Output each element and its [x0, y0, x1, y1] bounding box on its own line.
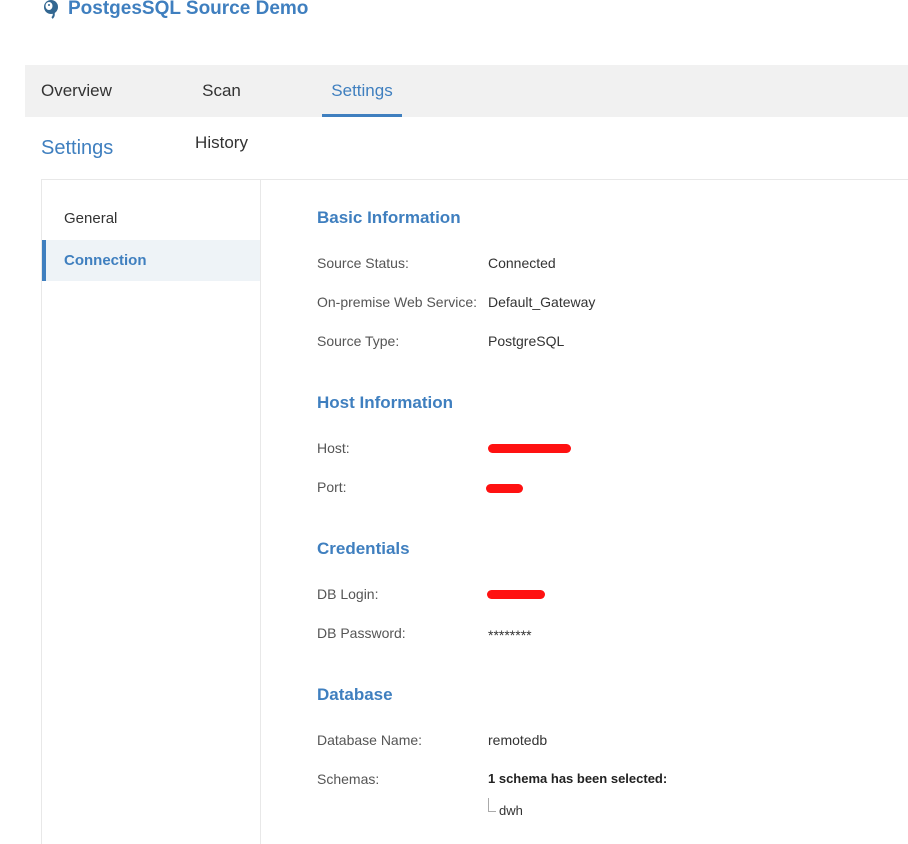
tab-settings[interactable]: Settings — [322, 65, 402, 117]
source-title: PostgesSQL Source Demo — [68, 0, 309, 19]
tree-connector — [488, 798, 496, 812]
db-login-label: DB Login: — [317, 586, 379, 602]
port-label: Port: — [317, 479, 347, 495]
source-type-label: Source Type: — [317, 333, 400, 349]
source-status-label: Source Status: — [317, 255, 409, 271]
sidebar-item-connection[interactable]: Connection — [42, 240, 260, 281]
tab-bar: Overview Scan History Settings — [25, 65, 908, 152]
schemas-summary: 1 schema has been selected: — [488, 771, 668, 786]
source-status-value: Connected — [488, 255, 556, 271]
settings-sidebar: General Connection — [42, 180, 261, 844]
tab-overview[interactable]: Overview — [41, 65, 112, 117]
schema-item: dwh — [499, 803, 523, 818]
settings-panel: General Connection Basic Information Sou… — [41, 179, 908, 844]
host-label: Host: — [317, 440, 350, 456]
credentials-heading: Credentials — [317, 539, 410, 558]
db-password-label: DB Password: — [317, 625, 406, 641]
database-heading: Database — [317, 685, 393, 704]
page-title: Settings — [41, 137, 114, 159]
port-value-redacted — [486, 484, 523, 493]
basic-info-heading: Basic Information — [317, 208, 461, 227]
host-info-heading: Host Information — [317, 393, 453, 412]
host-value-redacted — [488, 444, 571, 453]
db-login-value-redacted — [487, 590, 545, 599]
postgres-elephant-icon — [40, 0, 62, 20]
web-service-label: On-premise Web Service: — [317, 294, 478, 310]
schemas-label: Schemas: — [317, 771, 380, 787]
database-name-label: Database Name: — [317, 732, 423, 748]
sidebar-item-general[interactable]: General — [42, 198, 260, 239]
tab-scan-history[interactable]: Scan History — [174, 65, 269, 152]
db-password-value: ******** — [488, 627, 532, 643]
source-type-value: PostgreSQL — [488, 333, 565, 349]
app-header: PostgesSQL Source Demo — [40, 0, 308, 22]
web-service-value: Default_Gateway — [488, 294, 596, 310]
database-name-value: remotedb — [488, 732, 548, 748]
